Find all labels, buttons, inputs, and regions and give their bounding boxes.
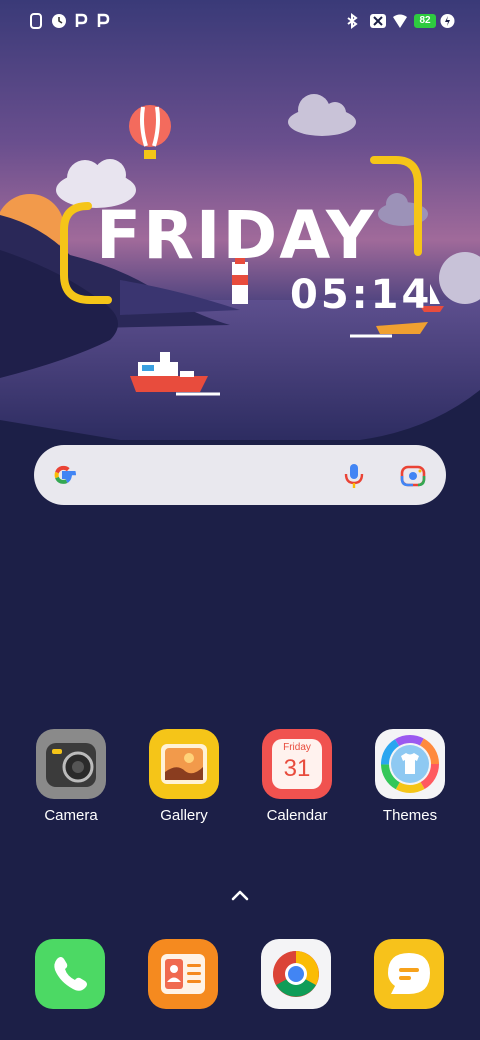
- lens-camera-icon[interactable]: [399, 462, 427, 490]
- status-bar: 82: [0, 0, 480, 44]
- p-app-icon: [97, 13, 110, 27]
- chrome-icon: [273, 951, 319, 997]
- google-search-bar[interactable]: [34, 445, 446, 505]
- gallery-icon: [149, 729, 219, 799]
- bluetooth-icon: [347, 13, 358, 29]
- calendar-date: 31: [283, 755, 311, 782]
- messages-icon: [388, 953, 430, 994]
- app-gallery[interactable]: Gallery: [134, 729, 234, 825]
- p-app-icon: [75, 13, 88, 27]
- app-calendar[interactable]: Friday 31 Calendar: [247, 729, 347, 825]
- battery-level: 82: [419, 15, 431, 26]
- app-camera[interactable]: Camera: [21, 729, 121, 825]
- clock-time: 05:14: [290, 272, 433, 318]
- calendar-icon: Friday 31: [262, 729, 332, 799]
- contacts-icon: [161, 954, 205, 994]
- google-g-icon: [54, 465, 76, 484]
- phone-icon: [54, 957, 87, 991]
- dock-contacts[interactable]: [148, 939, 218, 1009]
- clock-icon: [52, 14, 66, 28]
- app-label: Calendar: [266, 807, 328, 824]
- battery-icon: 82: [414, 14, 436, 28]
- camera-icon: [36, 729, 106, 799]
- charging-icon: [440, 14, 455, 28]
- app-label: Gallery: [160, 807, 208, 824]
- app-label: Camera: [44, 807, 98, 824]
- app-themes[interactable]: Themes: [360, 729, 460, 825]
- clock-day: FRIDAY: [96, 197, 376, 274]
- dock-messages[interactable]: [374, 939, 444, 1009]
- phone-icon: [30, 13, 42, 29]
- app-label: Themes: [382, 807, 438, 824]
- mic-icon[interactable]: [342, 462, 366, 490]
- themes-icon: [375, 729, 445, 799]
- dock-phone[interactable]: [35, 939, 105, 1009]
- dock-chrome[interactable]: [261, 939, 331, 1009]
- app-drawer-chevron-up-icon[interactable]: [228, 885, 252, 905]
- wifi-icon: [393, 14, 407, 28]
- calendar-day-name: Friday: [283, 742, 311, 753]
- sim-off-icon: [370, 14, 386, 28]
- wallpaper: [0, 0, 480, 1040]
